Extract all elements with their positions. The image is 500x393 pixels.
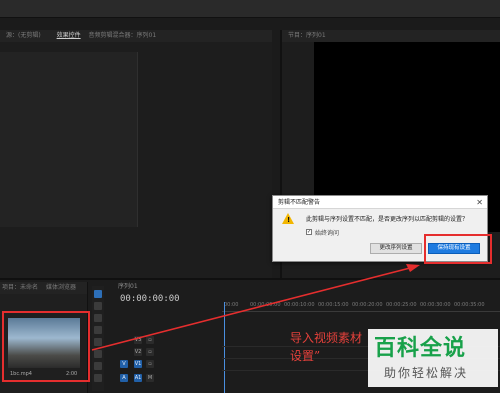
annotation-line-1: 导入视频素材 bbox=[290, 331, 363, 345]
watermark-title: 百科全说 bbox=[374, 336, 467, 361]
annotation-line-2: 设置” bbox=[290, 349, 321, 363]
watermark-subtitle: 助你轻松解决 bbox=[384, 366, 469, 380]
annotation-text: 导入视频素材 设置” bbox=[290, 329, 362, 365]
